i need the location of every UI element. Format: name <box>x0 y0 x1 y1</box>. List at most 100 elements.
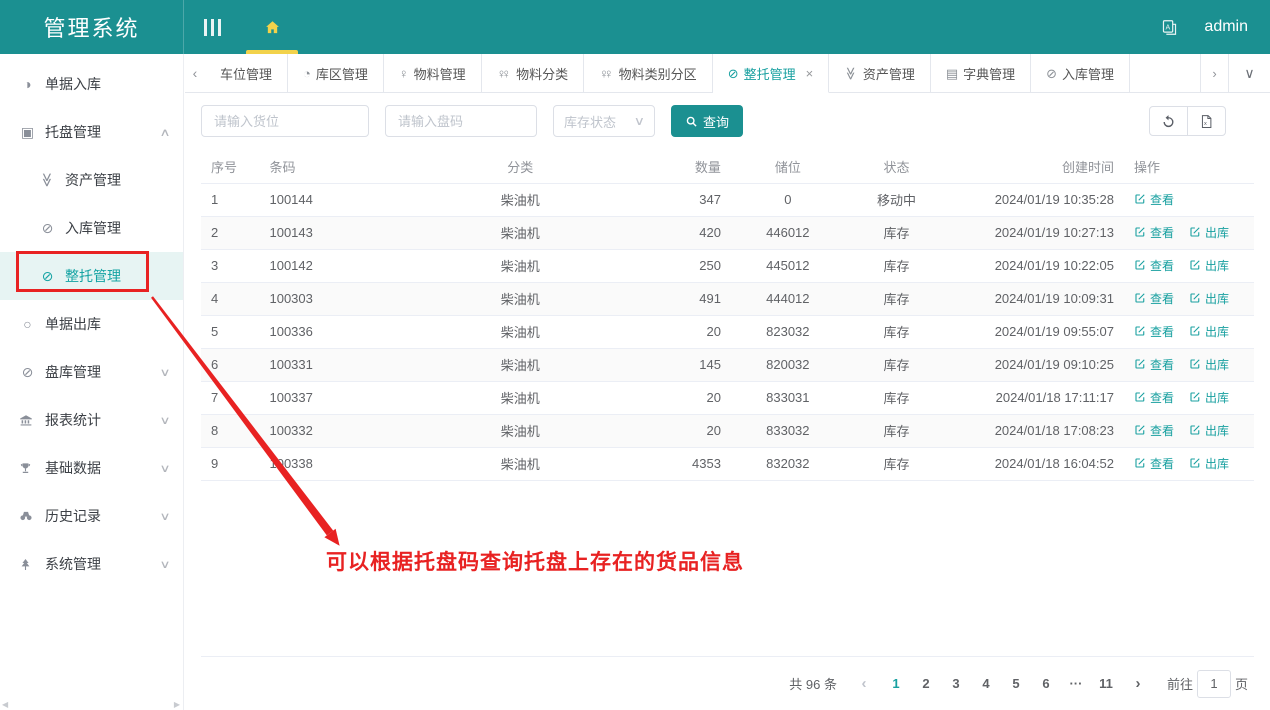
cell-创建时间: 2024/01/18 17:08:23 <box>948 414 1124 447</box>
sidebar-item-资产管理[interactable]: ≫资产管理 <box>0 156 183 204</box>
page-number-3[interactable]: 3 <box>941 676 971 691</box>
binoculars-icon <box>19 509 36 523</box>
action-出库[interactable]: 出库 <box>1189 389 1229 406</box>
page-ellipsis[interactable]: ··· <box>1061 676 1091 691</box>
page-number-6[interactable]: 6 <box>1031 676 1061 691</box>
tab-车位管理[interactable]: 车位管理 <box>205 54 288 93</box>
tab-库区管理[interactable]: ◔库区管理 <box>288 54 384 93</box>
cell-操作: 查看出库 <box>1124 249 1254 282</box>
tab-dropdown-icon[interactable]: ∨ <box>1228 54 1270 93</box>
tag-icon: ♀ <box>399 67 409 80</box>
excel-export-icon[interactable]: x <box>1187 106 1226 136</box>
action-出库[interactable]: 出库 <box>1189 290 1229 307</box>
sidebar-item-整托管理[interactable]: ⊘整托管理 <box>0 252 183 300</box>
tab-label: 整托管理 <box>744 64 796 83</box>
tab-入库管理[interactable]: ⊘入库管理 <box>1031 54 1130 93</box>
edit-icon <box>1134 292 1146 304</box>
next-page-icon[interactable]: › <box>1125 675 1151 692</box>
edit-icon <box>1134 259 1146 271</box>
sidebar-item-label: 历史记录 <box>45 506 101 526</box>
scroll-right-icon[interactable]: ▶ <box>174 700 180 709</box>
sidebar-scrollbar[interactable]: ◀ ▶ <box>2 699 180 709</box>
refresh-icon[interactable] <box>1149 106 1188 136</box>
cell-状态: 库存 <box>845 282 948 315</box>
action-查看[interactable]: 查看 <box>1134 224 1174 241</box>
action-查看[interactable]: 查看 <box>1134 389 1174 406</box>
tab-scroll-right[interactable]: › <box>1200 54 1228 93</box>
current-user[interactable]: admin <box>1204 18 1248 36</box>
cell-分类: 柴油机 <box>404 315 635 348</box>
sidebar-item-托盘管理[interactable]: ▣托盘管理∧ <box>0 108 183 156</box>
tab-物料管理[interactable]: ♀物料管理 <box>384 54 482 93</box>
goto-page-input[interactable] <box>1197 670 1231 698</box>
cell-状态: 移动中 <box>845 183 948 216</box>
sidebar-item-盘库管理[interactable]: ⊘盘库管理∨ <box>0 348 183 396</box>
action-查看[interactable]: 查看 <box>1134 257 1174 274</box>
chevron-down-icon: ∨ <box>159 510 170 523</box>
action-出库[interactable]: 出库 <box>1189 257 1229 274</box>
sidebar-item-基础数据[interactable]: 基础数据∨ <box>0 444 183 492</box>
sidebar-item-单据出库[interactable]: ○单据出库 <box>0 300 183 348</box>
action-出库[interactable]: 出库 <box>1189 224 1229 241</box>
tab-物料分类[interactable]: ♀♀物料分类 <box>482 54 585 93</box>
tab-close-icon[interactable]: × <box>806 67 814 80</box>
edit-icon <box>1189 292 1201 304</box>
main-content: 库存状态 ∨ 查询 x 序号条码分类数量储位状态创建时间操作 1100144柴油… <box>185 93 1270 710</box>
action-出库[interactable]: 出库 <box>1189 323 1229 340</box>
column-header-储位: 储位 <box>731 151 845 183</box>
tab-物料类别分区[interactable]: ♀♀物料类别分区 <box>584 54 713 93</box>
language-icon[interactable]: A <box>1161 19 1178 36</box>
page-number-11[interactable]: 11 <box>1091 676 1121 691</box>
action-查看[interactable]: 查看 <box>1134 323 1174 340</box>
cell-条码: 100337 <box>259 381 404 414</box>
sidebar-item-入库管理[interactable]: ⊘入库管理 <box>0 204 183 252</box>
action-出库[interactable]: 出库 <box>1189 422 1229 439</box>
tab-label: 物料分类 <box>516 64 568 83</box>
cell-条码: 100331 <box>259 348 404 381</box>
query-button[interactable]: 查询 <box>671 105 743 137</box>
action-查看[interactable]: 查看 <box>1134 290 1174 307</box>
table-row: 7100337柴油机20833031库存2024/01/18 17:11:17查… <box>201 381 1254 414</box>
scroll-left-icon[interactable]: ◀ <box>2 700 8 709</box>
prev-page-icon[interactable]: ‹ <box>851 675 877 692</box>
edit-icon <box>1134 457 1146 469</box>
home-tab[interactable] <box>245 0 299 54</box>
column-header-分类: 分类 <box>404 151 635 183</box>
cell-储位: 444012 <box>731 282 845 315</box>
tab-整托管理[interactable]: ⊘整托管理× <box>713 54 830 93</box>
page-number-4[interactable]: 4 <box>971 676 1001 691</box>
tab-scroll-left[interactable]: ‹ <box>185 54 205 93</box>
tab-资产管理[interactable]: ≫资产管理 <box>829 54 931 93</box>
action-查看[interactable]: 查看 <box>1134 455 1174 472</box>
cell-数量: 347 <box>636 183 731 216</box>
menu-collapse-icon[interactable] <box>204 19 221 36</box>
header-right: A admin <box>1161 0 1270 54</box>
chevron-down-icon: ∨ <box>634 114 645 128</box>
table-toolbar: x <box>1149 106 1226 136</box>
action-出库[interactable]: 出库 <box>1189 356 1229 373</box>
action-查看[interactable]: 查看 <box>1134 422 1174 439</box>
location-input[interactable] <box>201 105 369 137</box>
page-number-2[interactable]: 2 <box>911 676 941 691</box>
stock-status-select[interactable]: 库存状态 ∨ <box>553 105 655 137</box>
cell-操作: 查看出库 <box>1124 447 1254 480</box>
tab-字典管理[interactable]: ▤字典管理 <box>931 54 1031 93</box>
sidebar-item-历史记录[interactable]: 历史记录 ∨ <box>0 492 183 540</box>
pagination: 共 96 条 ‹ 123456···11 › 前往 页 <box>201 656 1254 710</box>
sidebar-item-报表统计[interactable]: 报表统计∨ <box>0 396 183 444</box>
cell-数量: 250 <box>636 249 731 282</box>
sidebar-item-系统管理[interactable]: 系统管理∨ <box>0 540 183 588</box>
page-number-5[interactable]: 5 <box>1001 676 1031 691</box>
page-number-1[interactable]: 1 <box>881 676 911 691</box>
action-查看[interactable]: 查看 <box>1134 356 1174 373</box>
action-出库[interactable]: 出库 <box>1189 455 1229 472</box>
sidebar-item-单据入库[interactable]: ◑单据入库 <box>0 60 183 108</box>
action-label: 出库 <box>1205 323 1229 340</box>
tab-label: 入库管理 <box>1062 64 1114 83</box>
pallet-code-input[interactable] <box>385 105 537 137</box>
column-header-数量: 数量 <box>636 151 731 183</box>
cell-序号: 9 <box>201 447 259 480</box>
action-查看[interactable]: 查看 <box>1134 191 1174 208</box>
tags-icon: ♀♀ <box>599 67 614 80</box>
sidebar-item-label: 单据出库 <box>45 314 101 334</box>
